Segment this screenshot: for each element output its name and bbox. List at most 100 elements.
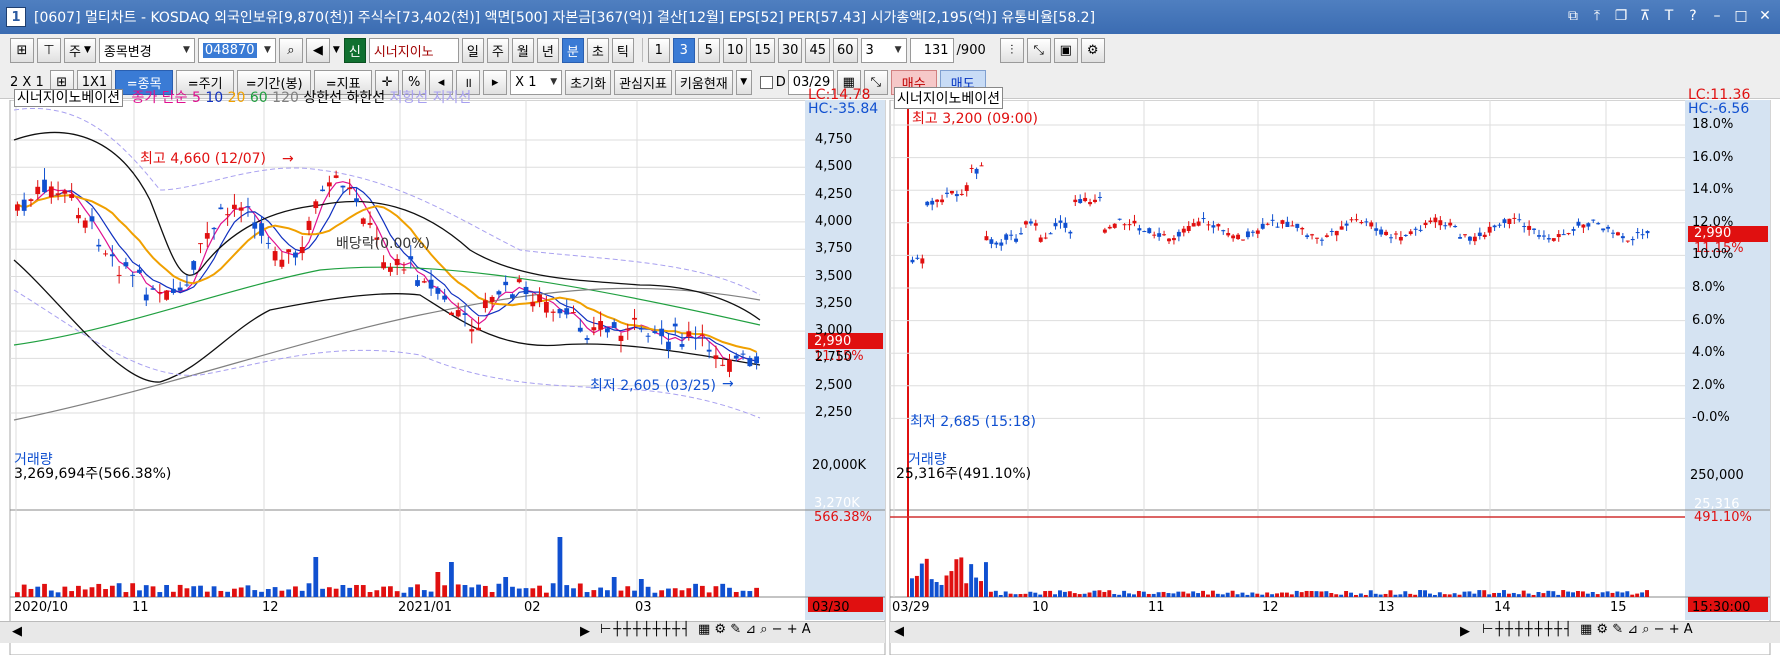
settings-gear-icon[interactable]: ⚙: [1080, 37, 1105, 63]
link-icon[interactable]: ⧉: [1564, 6, 1582, 26]
interval-10-button[interactable]: 10: [722, 37, 748, 63]
left-y-tick: 2,250: [815, 405, 853, 420]
stock-code-input[interactable]: 048870 ▼: [197, 37, 276, 63]
left-zoom-slider[interactable]: ⊢┼┼┼┼┼┼┼┤: [600, 622, 692, 637]
period-minute-button[interactable]: 분: [561, 37, 584, 63]
period-second-button[interactable]: 초: [586, 37, 609, 63]
window-number: 1: [6, 7, 26, 27]
right-volume-bar: [1625, 591, 1630, 597]
right-candle-body: [1389, 237, 1393, 239]
left-volume-bar: [340, 585, 346, 597]
right-volume-bar: [1186, 593, 1191, 597]
save-icon[interactable]: ▣: [1053, 37, 1078, 63]
ma5-label: 5: [191, 90, 201, 106]
right-volume-bar: [1502, 590, 1506, 597]
right-candle-body: [1014, 238, 1019, 242]
left-volume-bar: [28, 588, 34, 597]
right-scroll-left-icon[interactable]: ◀: [894, 624, 904, 639]
minimize-icon[interactable]: –: [1708, 6, 1726, 26]
left-volume-bar: [394, 591, 400, 597]
period-week-button[interactable]: 주: [486, 37, 509, 63]
right-candle-body: [1250, 231, 1255, 233]
right-volume-bar: [1492, 592, 1497, 597]
speaker-icon[interactable]: ◀: [305, 37, 330, 63]
left-scroll-left-icon[interactable]: ◀: [12, 624, 22, 639]
pin-icon[interactable]: ⊼: [1636, 6, 1654, 26]
right-y-tick: 10.0%: [1692, 247, 1734, 263]
left-x-end: 03/30: [812, 600, 850, 615]
interval-60-button[interactable]: 60: [833, 37, 858, 63]
dropdown-arrow-icon[interactable]: ▼: [333, 45, 340, 55]
window-titlebar: 1 [0607] 멀티차트 - KOSDAQ 외국인보유[9,870(천)] 주…: [0, 0, 1780, 34]
fav-index-button[interactable]: 관심지표: [614, 69, 672, 95]
pin-top-icon[interactable]: ⤒: [1588, 6, 1606, 26]
new-badge[interactable]: 신: [343, 37, 366, 63]
reset-button[interactable]: 초기화: [565, 69, 612, 95]
count-max: /900: [956, 42, 986, 58]
search-icon[interactable]: ⌕: [278, 37, 303, 63]
right-candle-body: [1315, 237, 1319, 239]
left-volume-bar: [388, 586, 393, 597]
right-volume-bar: [1363, 594, 1368, 597]
right-volume-bar: [1378, 594, 1383, 597]
left-volume-bar: [15, 592, 20, 597]
right-candle-body: [1102, 229, 1107, 233]
right-candle-body: [1645, 231, 1650, 234]
interval-3-button[interactable]: 3: [672, 37, 695, 63]
right-volume-bar: [1334, 594, 1339, 597]
kiwoom-current-button[interactable]: 키움현재: [674, 69, 733, 95]
ma-label: 종가 단순: [131, 90, 188, 106]
pin-icon[interactable]: ⊤: [37, 37, 61, 63]
restore-icon[interactable]: ❐: [1612, 6, 1630, 26]
right-zoom-slider[interactable]: ⊢┼┼┼┼┼┼┼┤: [1482, 622, 1574, 637]
right-stock-label[interactable]: 시너지이노베이션: [894, 87, 1004, 109]
right-candle-body: [1038, 237, 1043, 242]
draw-tool-icon[interactable]: ⤡: [1026, 37, 1051, 63]
stock-change-select[interactable]: 종목변경 ▼: [98, 37, 195, 63]
zoom-select[interactable]: X 1 ▼: [510, 69, 563, 95]
count-input[interactable]: 131: [909, 37, 954, 63]
right-volume-bar: [1457, 594, 1462, 597]
help-icon[interactable]: ?: [1684, 6, 1702, 26]
interval-input[interactable]: 3 ▼: [860, 37, 907, 63]
period-type-select[interactable]: 주 ▼: [64, 37, 96, 63]
chart-canvas[interactable]: [0, 99, 1780, 656]
interval-15-button[interactable]: 15: [750, 37, 775, 63]
left-candle-body: [360, 218, 366, 224]
left-scroll-right-icon[interactable]: ▶: [580, 624, 590, 639]
right-volume-bar: [939, 584, 944, 597]
right-bottom-tools[interactable]: ▦ ⚙ ✎ ⊿ ⌕ − + A: [1580, 622, 1693, 637]
period-year-button[interactable]: 년: [536, 37, 559, 63]
period-month-button[interactable]: 월: [511, 37, 534, 63]
right-candle-body: [1354, 219, 1359, 221]
right-scroll-right-icon[interactable]: ▶: [1460, 624, 1470, 639]
close-icon[interactable]: ✕: [1756, 6, 1774, 26]
kiwoom-dropdown-icon[interactable]: ▼: [735, 69, 752, 95]
period-tick-button[interactable]: 틱: [611, 37, 634, 63]
right-candle-body: [1640, 234, 1645, 236]
right-volume-bar: [1250, 592, 1255, 597]
left-x-tick: 11: [132, 600, 149, 615]
interval-5-button[interactable]: 5: [697, 37, 720, 63]
right-volume-bar: [1526, 593, 1531, 597]
stock-name-field[interactable]: 시너지이노: [368, 37, 459, 63]
interval-1-button[interactable]: 1: [647, 37, 670, 63]
font-icon[interactable]: T: [1660, 6, 1678, 26]
layout-icon[interactable]: ⊞: [10, 37, 34, 63]
left-volume-bar: [21, 584, 27, 597]
left-candle-body: [28, 199, 34, 201]
right-candle-body: [1033, 223, 1038, 226]
interval-30-button[interactable]: 30: [777, 37, 803, 63]
right-volume-bar: [1630, 594, 1635, 597]
left-stock-label[interactable]: 시너지이노베이션: [14, 89, 124, 107]
interval-45-button[interactable]: 45: [805, 37, 830, 63]
right-candle-body: [1374, 228, 1379, 231]
left-bottom-tools[interactable]: ▦ ⚙ ✎ ⊿ ⌕ − + A: [698, 622, 811, 637]
chart-type-icon[interactable]: ⫶: [999, 37, 1024, 63]
scroll-right-icon[interactable]: ▸: [483, 69, 508, 95]
right-x-tick: 14: [1494, 600, 1511, 615]
period-day-button[interactable]: 일: [461, 37, 484, 63]
date-checkbox[interactable]: [759, 75, 773, 89]
right-candle-body: [979, 165, 984, 167]
maximize-icon[interactable]: □: [1732, 6, 1750, 26]
